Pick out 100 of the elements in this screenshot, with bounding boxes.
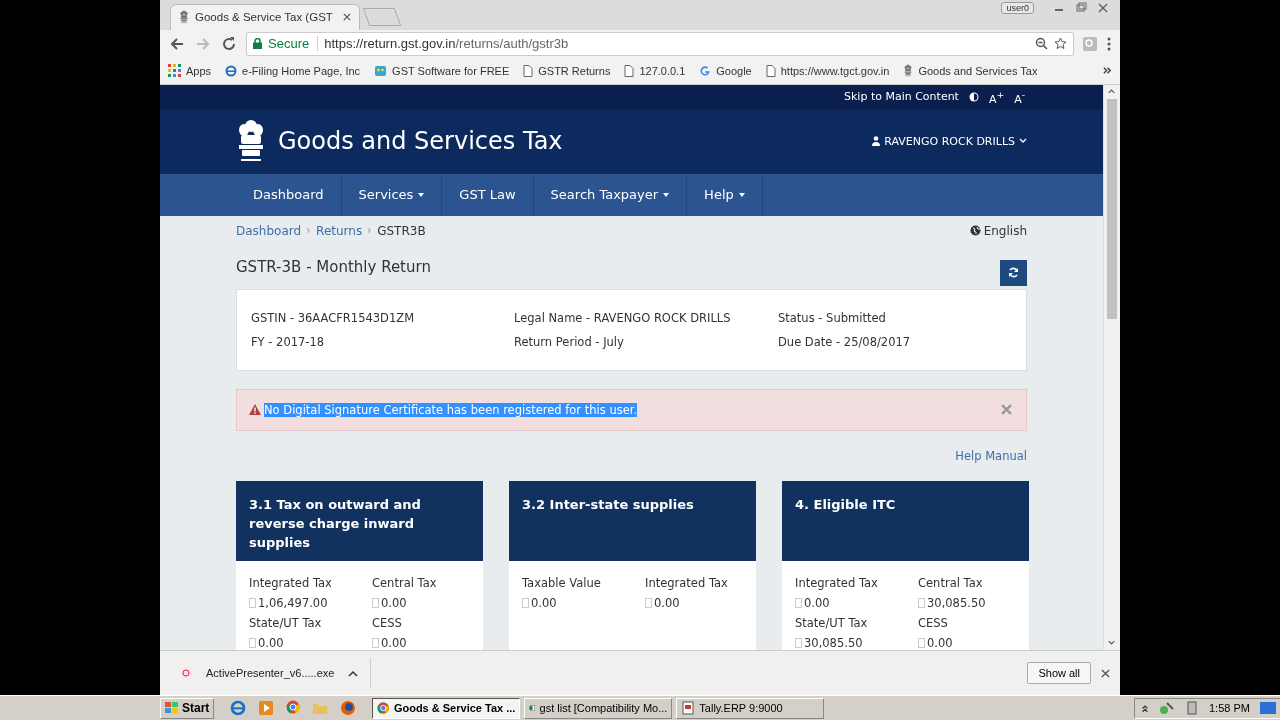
close-icon[interactable] xyxy=(343,13,351,22)
windows-logo-icon xyxy=(165,702,179,714)
chevron-down-icon xyxy=(1019,138,1027,145)
field-label: Central Tax xyxy=(918,574,984,592)
star-icon[interactable] xyxy=(1054,37,1067,51)
page-icon xyxy=(523,64,534,77)
field-label: Central Tax xyxy=(372,574,438,592)
reload-icon[interactable] xyxy=(220,34,238,53)
summary-tile[interactable]: 4. Eligible ITC Integrated Tax Central Tax 0.00 30,085.50 State/UT Tax CESS 30,085.50 0.00 xyxy=(782,480,1029,651)
zoom-icon[interactable] xyxy=(1035,37,1048,51)
field-value: 0.00 xyxy=(372,632,470,651)
info-text: Status - Submitted xyxy=(778,310,887,325)
secure-label: Secure xyxy=(268,36,319,52)
field-value: 0.00 xyxy=(372,592,470,613)
nav-item[interactable]: Services xyxy=(341,173,443,216)
field-label: Integrated Tax xyxy=(249,574,333,592)
chrome-icon xyxy=(377,701,390,715)
user-menu[interactable]: RAVENGO ROCK DRILLS xyxy=(872,134,1027,148)
taskbar-button[interactable]: gst list [Compatibility Mo... xyxy=(524,697,673,719)
tile-title: 3.2 Inter-state supplies xyxy=(509,480,756,561)
language-selector[interactable]: English xyxy=(969,223,1027,238)
info-text: GSTIN - 36AACFR1543D1ZM xyxy=(251,310,416,325)
nav-item[interactable]: Dashboard xyxy=(236,173,342,216)
bookmark[interactable]: e-Filing Home Page, Inc xyxy=(225,64,361,77)
chevron-icon xyxy=(305,227,313,235)
scroll-up-icon[interactable] xyxy=(1108,87,1115,95)
field-value: 0.00 xyxy=(795,592,918,613)
refresh-icon xyxy=(1008,267,1019,279)
document-icon xyxy=(681,701,696,715)
bookmark[interactable]: Google xyxy=(699,64,752,77)
field-label: Taxable Value xyxy=(522,574,602,592)
user-icon xyxy=(872,136,881,147)
summary-tile[interactable]: 3.1 Tax on outward and reverse charge inward supplies Integrated Tax Central Tax 1,06,497.00 0.00 State/UT Tax CESS 0.00 0.00 xyxy=(236,480,483,651)
info-text: Legal Name - RAVENGO ROCK DRILLS xyxy=(514,310,732,325)
menu-icon[interactable] xyxy=(1106,35,1112,52)
scrollbar-thumb[interactable] xyxy=(1107,98,1117,319)
refresh-button[interactable] xyxy=(1000,259,1027,286)
bookmark[interactable]: https://www.tgct.gov.in xyxy=(765,64,890,77)
breadcrumb[interactable]: Dashboard xyxy=(236,223,302,238)
bookmark[interactable]: Goods and Services Tax xyxy=(903,64,1038,78)
field-value: 0.00 xyxy=(645,592,743,613)
caret-icon[interactable] xyxy=(348,669,359,677)
field-label: State/UT Tax xyxy=(795,614,869,632)
clock[interactable]: 1:58 PM xyxy=(1209,702,1250,714)
font-size-button[interactable]: A$^{-}$ xyxy=(1014,88,1025,106)
breadcrumb[interactable]: Returns xyxy=(316,223,363,238)
firefox-icon[interactable] xyxy=(340,700,357,716)
breadcrumb: GSTR3B xyxy=(377,223,426,238)
warning-icon xyxy=(249,404,261,416)
field-value: 0.00 xyxy=(249,632,372,651)
bookmark[interactable]: GSTR Returns xyxy=(523,64,611,77)
profile-button[interactable]: user0 xyxy=(1001,2,1034,14)
bookmark[interactable]: Apps xyxy=(168,64,212,78)
nav-item[interactable]: Help xyxy=(687,173,763,216)
info-text: FY - 2017-18 xyxy=(251,334,326,349)
taskbar-button[interactable]: Tally.ERP 9:9000 xyxy=(676,697,825,719)
tile-title: 4. Eligible ITC xyxy=(782,480,1029,561)
field-value: 30,085.50 xyxy=(795,632,918,651)
show-all-button[interactable]: Show all xyxy=(1027,662,1091,685)
alert-message: No Digital Signature Certificate has been registered for this user. xyxy=(264,402,638,417)
page-heading: GSTR-3B - Monthly Return xyxy=(236,257,431,276)
chevron-up-icon[interactable] xyxy=(1141,703,1149,713)
taskbar-button[interactable]: Goods & Service Tax ... xyxy=(372,697,521,719)
network-icon[interactable] xyxy=(1159,701,1175,715)
summary-tile[interactable]: 3.2 Inter-state supplies Taxable Value Integrated Tax 0.00 0.00 xyxy=(509,480,756,651)
help-link[interactable]: Help Manual xyxy=(955,448,1027,463)
page-icon xyxy=(765,64,776,77)
field-value: 0.00 xyxy=(522,592,645,613)
contrast-icon[interactable] xyxy=(968,91,979,102)
monitor-icon[interactable] xyxy=(1259,702,1276,714)
google-icon xyxy=(699,64,712,77)
bookmark[interactable]: 127.0.0.1 xyxy=(624,64,686,77)
field-label: CESS xyxy=(372,614,403,632)
double-chevron-icon[interactable] xyxy=(1103,65,1112,75)
field-value: 0.00 xyxy=(918,632,1016,651)
skip-link[interactable]: Skip to Main Content xyxy=(844,90,959,104)
info-text: Return Period - July xyxy=(514,334,625,349)
nav-item[interactable]: Search Taxpayer xyxy=(533,173,688,216)
bookmark[interactable]: GST Software for FREE xyxy=(374,64,510,78)
media-player-icon[interactable] xyxy=(258,700,275,716)
start-button[interactable]: Start xyxy=(160,697,215,719)
tile-title: 3.1 Tax on outward and reverse charge inward supplies xyxy=(236,480,483,561)
scroll-down-icon[interactable] xyxy=(1108,639,1115,647)
font-size-button[interactable]: A$^{+}$ xyxy=(988,88,1005,106)
browser-tab[interactable]: Goods & Service Tax (GST xyxy=(170,3,360,30)
robot-icon xyxy=(374,64,388,78)
download-item[interactable]: ActivePresenter_v6.....exe xyxy=(206,667,335,680)
field-label: CESS xyxy=(918,614,949,632)
field-value: 1,06,497.00 xyxy=(249,592,372,613)
computer-icon[interactable] xyxy=(1185,701,1199,715)
nav-item[interactable]: GST Law xyxy=(442,173,534,216)
chevron-icon xyxy=(366,227,374,235)
ie-icon[interactable] xyxy=(230,700,247,716)
field-label: State/UT Tax xyxy=(249,614,323,632)
address-bar[interactable]: Secure https://return.gst.gov.in/returns/auth/gstr3b xyxy=(246,31,1074,56)
apps-grid-icon xyxy=(168,64,181,78)
close-icon[interactable] xyxy=(1101,668,1110,678)
file-icon xyxy=(180,667,192,680)
site-title: Goods and Services Tax xyxy=(278,127,564,156)
field-label: Integrated Tax xyxy=(795,574,879,592)
